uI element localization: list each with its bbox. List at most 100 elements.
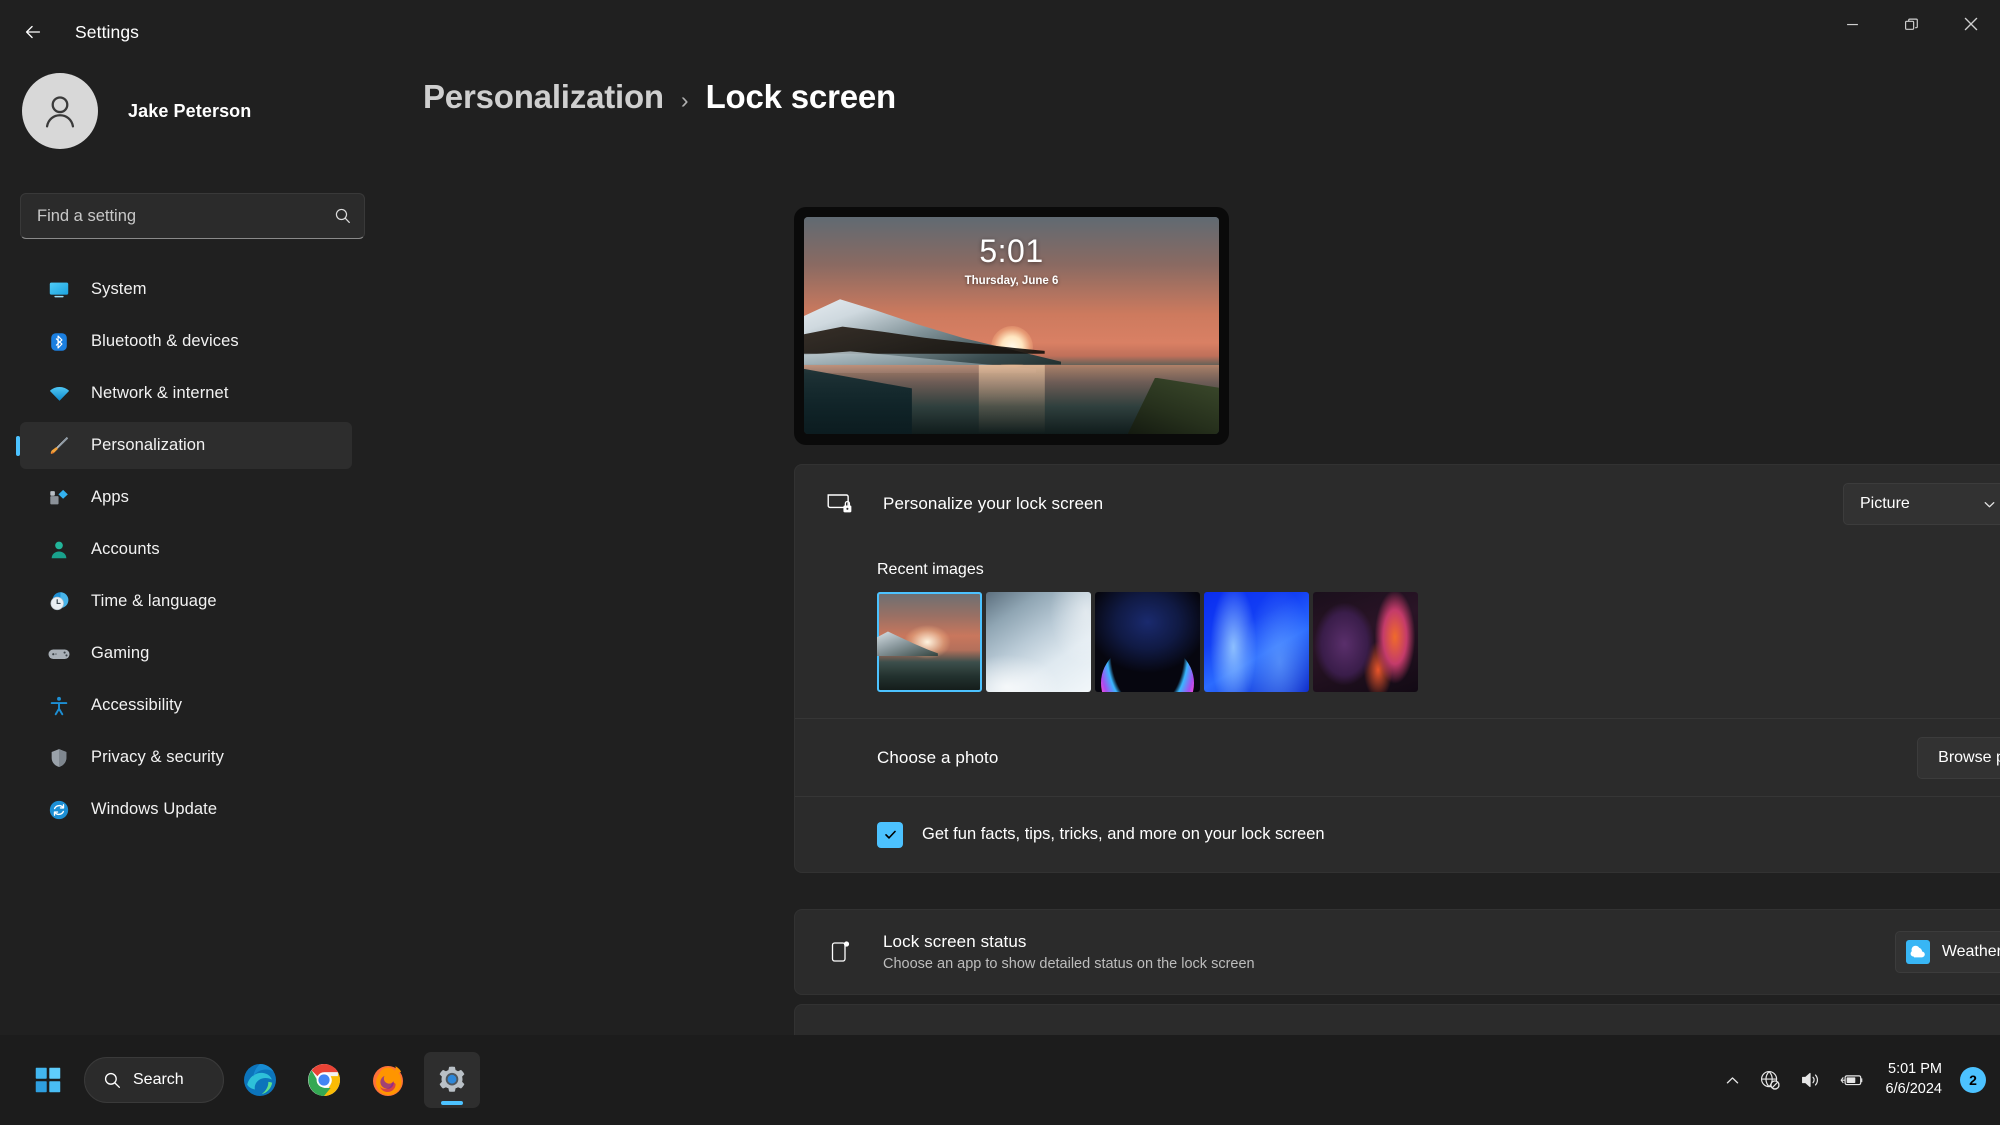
lock-screen-status-title: Lock screen status bbox=[883, 932, 1027, 951]
sidebar-item-bluetooth-devices[interactable]: Bluetooth & devices bbox=[20, 318, 352, 365]
signin-background-row: Show the lock screen background picture … bbox=[795, 1005, 2000, 1035]
network-disconnected-icon bbox=[1760, 1070, 1780, 1090]
restore-icon bbox=[1905, 18, 1918, 30]
lock-screen-status-row: Lock screen status Choose an app to show… bbox=[795, 910, 2000, 994]
settings-gear-icon bbox=[439, 1066, 465, 1092]
close-icon bbox=[1964, 17, 1977, 31]
update-icon bbox=[46, 797, 72, 823]
sidebar-item-apps[interactable]: Apps bbox=[20, 474, 352, 521]
preview-screen: 5:01 Thursday, June 6 bbox=[804, 217, 1219, 434]
personalize-row-main: Personalize your lock screen bbox=[883, 494, 1843, 514]
mozilla-firefox-icon bbox=[373, 1066, 403, 1096]
google-chrome-button[interactable] bbox=[296, 1052, 352, 1108]
sidebar-item-privacy-security[interactable]: Privacy & security bbox=[20, 734, 352, 781]
choose-photo-label: Choose a photo bbox=[877, 747, 999, 767]
choose-photo-controls: Browse photos bbox=[1917, 736, 2000, 779]
settings-button[interactable] bbox=[424, 1052, 480, 1108]
sidebar: Jake Peterson Find a setting System Blue… bbox=[0, 64, 372, 1035]
recent-images-panel: Recent images bbox=[795, 543, 2000, 718]
window-title: Settings bbox=[75, 21, 140, 42]
sidebar-item-label: Accounts bbox=[91, 540, 160, 558]
mozilla-firefox-button[interactable] bbox=[360, 1052, 416, 1108]
status-dropdown-left: Weather bbox=[1905, 940, 2000, 964]
sidebar-item-gaming[interactable]: Gaming bbox=[20, 630, 352, 677]
personalize-row-controls: Picture bbox=[1843, 483, 2000, 525]
gamepad-icon bbox=[46, 641, 72, 667]
lock-screen-type-dropdown[interactable]: Picture bbox=[1843, 483, 2000, 525]
checkmark-icon bbox=[884, 830, 896, 839]
lock-screen-icon bbox=[823, 489, 857, 519]
page-title: Lock screen bbox=[705, 78, 897, 115]
tray-time: 5:01 PM bbox=[1888, 1061, 1942, 1078]
lock-screen-status-subtitle: Choose an app to show detailed status on… bbox=[883, 956, 1255, 972]
sidebar-item-label: System bbox=[91, 280, 147, 298]
search-icon bbox=[332, 205, 354, 227]
sunset-lake-wallpaper-thumbnail[interactable] bbox=[877, 592, 982, 692]
restore-button[interactable] bbox=[1882, 0, 1941, 48]
accessibility-icon bbox=[46, 693, 72, 719]
lock-screen-status-icon bbox=[823, 938, 857, 966]
taskbar-items: Search bbox=[20, 1052, 480, 1108]
google-chrome-icon bbox=[308, 1064, 340, 1096]
sidebar-item-windows-update[interactable]: Windows Update bbox=[20, 786, 352, 833]
taskbar-search-label: Search bbox=[133, 1071, 184, 1088]
lock-screen-status-controls: Weather bbox=[1894, 931, 2000, 973]
clock-icon bbox=[46, 589, 72, 615]
lock-screen-type-value: Picture bbox=[1860, 495, 1910, 512]
preview-clock: 5:01 bbox=[979, 233, 1044, 269]
lock-screen-status-app-dropdown[interactable]: Weather bbox=[1894, 931, 2000, 973]
sidebar-item-label: Bluetooth & devices bbox=[91, 332, 239, 350]
title-bar: Settings bbox=[0, 0, 2000, 64]
breadcrumb-parent[interactable]: Personalization bbox=[423, 78, 664, 116]
notification-badge[interactable]: 2 bbox=[1960, 1067, 1986, 1093]
volume-button[interactable] bbox=[1790, 1052, 1830, 1108]
recent-images-grid bbox=[877, 592, 2000, 692]
sidebar-item-label: Gaming bbox=[91, 644, 150, 662]
dark-glow-wallpaper-thumbnail[interactable] bbox=[1095, 592, 1200, 692]
sidebar-item-system[interactable]: System bbox=[20, 266, 352, 313]
back-arrow-icon bbox=[25, 25, 41, 39]
close-button[interactable] bbox=[1941, 0, 2000, 48]
sidebar-item-label: Network & internet bbox=[91, 384, 229, 402]
preview-water-reflection bbox=[978, 364, 1045, 434]
blue-bloom-wallpaper-thumbnail[interactable] bbox=[1204, 592, 1309, 692]
sidebar-item-label: Privacy & security bbox=[91, 748, 224, 766]
content-area: Personalization › Lock screen 5:01 Thurs… bbox=[372, 64, 2000, 1035]
weather-icon bbox=[1905, 940, 1930, 964]
sidebar-item-time-language[interactable]: Time & language bbox=[20, 578, 352, 625]
search-box[interactable] bbox=[20, 193, 365, 239]
paintbrush-icon bbox=[46, 433, 72, 459]
user-profile[interactable]: Jake Peterson bbox=[22, 73, 372, 149]
fun-facts-label: Get fun facts, tips, tricks, and more on… bbox=[922, 825, 1325, 843]
network-button[interactable] bbox=[1750, 1052, 1790, 1108]
sidebar-item-label: Accessibility bbox=[91, 696, 183, 714]
clock-date-button[interactable]: 5:01 PM 6/6/2024 bbox=[1874, 1052, 1954, 1108]
ribbon-flow-wallpaper-thumbnail[interactable] bbox=[1313, 592, 1418, 692]
battery-button[interactable] bbox=[1830, 1052, 1874, 1108]
recent-images-label: Recent images bbox=[877, 561, 984, 578]
taskbar-search-button[interactable]: Search bbox=[84, 1057, 224, 1103]
fun-facts-checkbox[interactable] bbox=[877, 821, 903, 848]
tray-overflow-button[interactable] bbox=[1715, 1052, 1750, 1108]
sidebar-item-network-internet[interactable]: Network & internet bbox=[20, 370, 352, 417]
minimize-button[interactable] bbox=[1823, 0, 1882, 48]
light-abstract-wallpaper-thumbnail[interactable] bbox=[986, 592, 1091, 692]
sidebar-item-accounts[interactable]: Accounts bbox=[20, 526, 352, 573]
tray-date: 6/6/2024 bbox=[1885, 1081, 1942, 1097]
back-button[interactable] bbox=[10, 12, 56, 52]
sidebar-item-label: Windows Update bbox=[91, 800, 218, 818]
microsoft-edge-button[interactable] bbox=[232, 1052, 288, 1108]
microsoft-edge-icon bbox=[244, 1064, 276, 1096]
start-button[interactable] bbox=[20, 1052, 76, 1108]
navigation-list: System Bluetooth & devices Network & int… bbox=[0, 266, 372, 833]
browse-photos-button[interactable]: Browse photos bbox=[1917, 736, 2000, 779]
minimize-icon bbox=[1847, 23, 1858, 25]
sidebar-item-personalization[interactable]: Personalization bbox=[20, 422, 352, 469]
search-input[interactable] bbox=[21, 206, 364, 226]
personalize-title: Personalize your lock screen bbox=[883, 494, 1104, 513]
volume-icon bbox=[1801, 1072, 1818, 1088]
person-icon bbox=[46, 537, 72, 563]
lock-screen-status-main: Lock screen status Choose an app to show… bbox=[883, 932, 1895, 972]
sidebar-item-label: Personalization bbox=[91, 436, 206, 454]
sidebar-item-accessibility[interactable]: Accessibility bbox=[20, 682, 352, 729]
